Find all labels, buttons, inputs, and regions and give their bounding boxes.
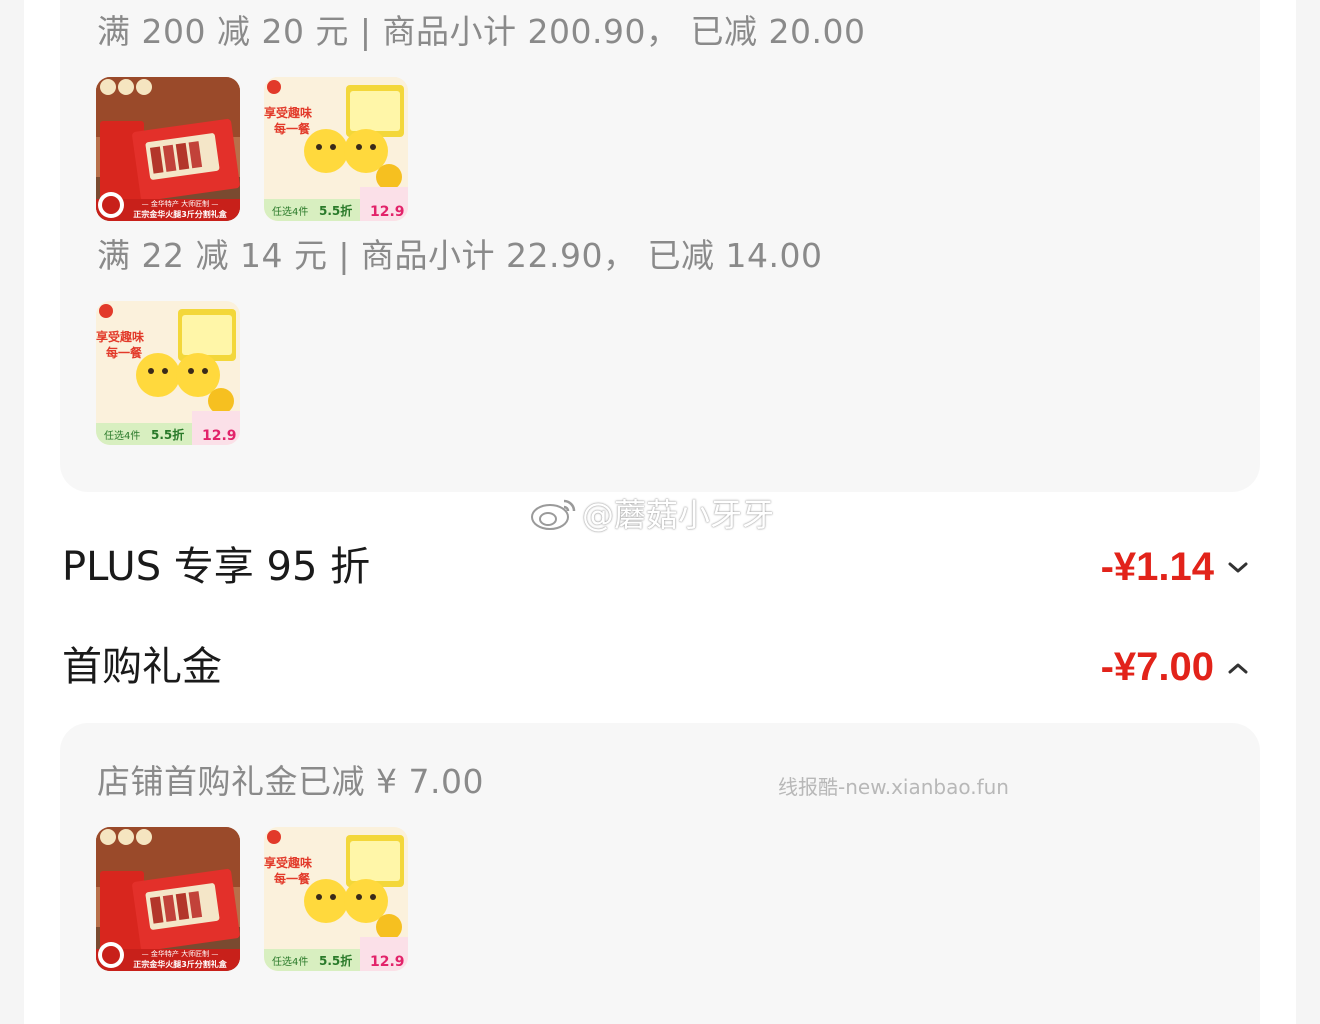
yogurt-discount-text: 5.5折 <box>319 203 352 218</box>
yogurt-discount-text: 5.5折 <box>319 953 352 968</box>
ham-banner-text: 正宗金华火腿3斤分割礼盒 <box>133 209 228 219</box>
ham-top-text: — 金华特产 大师匠制 — <box>142 949 219 958</box>
weibo-handle: @蘑菇小牙牙 <box>582 496 775 534</box>
order-discount-page: 满 200 减 20 元 | 商品小计 200.90， 已减 20.00 — 金… <box>0 0 1320 1024</box>
yogurt-headline-1: 享受趣味 <box>264 105 312 120</box>
yogurt-tag-text: 任选4件 <box>104 429 140 442</box>
product-thumb-yogurt-snack-box[interactable]: 享受趣味 每一餐 任选4件 5.5折 12.9 <box>264 827 408 971</box>
yogurt-price-text: 12.9 <box>370 954 405 970</box>
first-purchase-amount[interactable]: -¥7.00 <box>1101 643 1214 691</box>
yogurt-price-text: 12.9 <box>370 204 405 220</box>
yogurt-tag-text: 任选4件 <box>272 205 308 218</box>
product-thumb-yogurt-snack-box[interactable]: 享受趣味 每一餐 任选4件 5.5折 12.9 <box>96 301 240 445</box>
yogurt-price-text: 12.9 <box>202 428 237 444</box>
yogurt-snack-image: 享受趣味 每一餐 任选4件 5.5折 12.9 <box>264 77 408 221</box>
weibo-watermark: @蘑菇小牙牙 <box>530 493 775 534</box>
product-thumb-ham-gift-box[interactable]: — 金华特产 大师匠制 — 正宗金华火腿3斤分割礼盒 <box>96 827 240 971</box>
promotion-1-label: 满 200 减 20 元 | 商品小计 200.90， 已减 20.00 <box>97 12 866 51</box>
chevron-up-icon[interactable] <box>1225 655 1251 681</box>
plus-discount-label: PLUS 专享 95 折 <box>62 544 371 590</box>
yogurt-tag-text: 任选4件 <box>272 955 308 968</box>
first-purchase-label: 首购礼金 <box>62 644 222 690</box>
yogurt-snack-image: 享受趣味 每一餐 任选4件 5.5折 12.9 <box>264 827 408 971</box>
ham-gift-box-image: — 金华特产 大师匠制 — 正宗金华火腿3斤分割礼盒 <box>96 77 240 221</box>
ham-top-text: — 金华特产 大师匠制 — <box>142 199 219 208</box>
chevron-down-icon[interactable] <box>1225 555 1251 581</box>
weibo-logo-icon <box>531 499 576 530</box>
plus-discount-amount[interactable]: -¥1.14 <box>1101 543 1214 591</box>
yogurt-snack-image: 享受趣味 每一餐 任选4件 5.5折 12.9 <box>96 301 240 445</box>
yogurt-discount-text: 5.5折 <box>151 427 184 442</box>
yogurt-headline-2: 每一餐 <box>274 871 311 886</box>
ham-banner-text: 正宗金华火腿3斤分割礼盒 <box>133 959 228 969</box>
site-watermark: 线报酷-new.xianbao.fun <box>778 775 1009 799</box>
promotion-2-label: 满 22 减 14 元 | 商品小计 22.90， 已减 14.00 <box>97 236 823 275</box>
yogurt-headline-2: 每一餐 <box>274 121 311 136</box>
yogurt-headline-2: 每一餐 <box>106 345 143 360</box>
product-thumb-ham-gift-box[interactable]: — 金华特产 大师匠制 — 正宗金华火腿3斤分割礼盒 <box>96 77 240 221</box>
yogurt-headline-1: 享受趣味 <box>264 855 312 870</box>
product-thumb-yogurt-snack-box[interactable]: 享受趣味 每一餐 任选4件 5.5折 12.9 <box>264 77 408 221</box>
yogurt-headline-1: 享受趣味 <box>96 329 144 344</box>
first-purchase-detail-label: 店铺首购礼金已减 ¥ 7.00 <box>97 762 484 801</box>
ham-gift-box-image: — 金华特产 大师匠制 — 正宗金华火腿3斤分割礼盒 <box>96 827 240 971</box>
